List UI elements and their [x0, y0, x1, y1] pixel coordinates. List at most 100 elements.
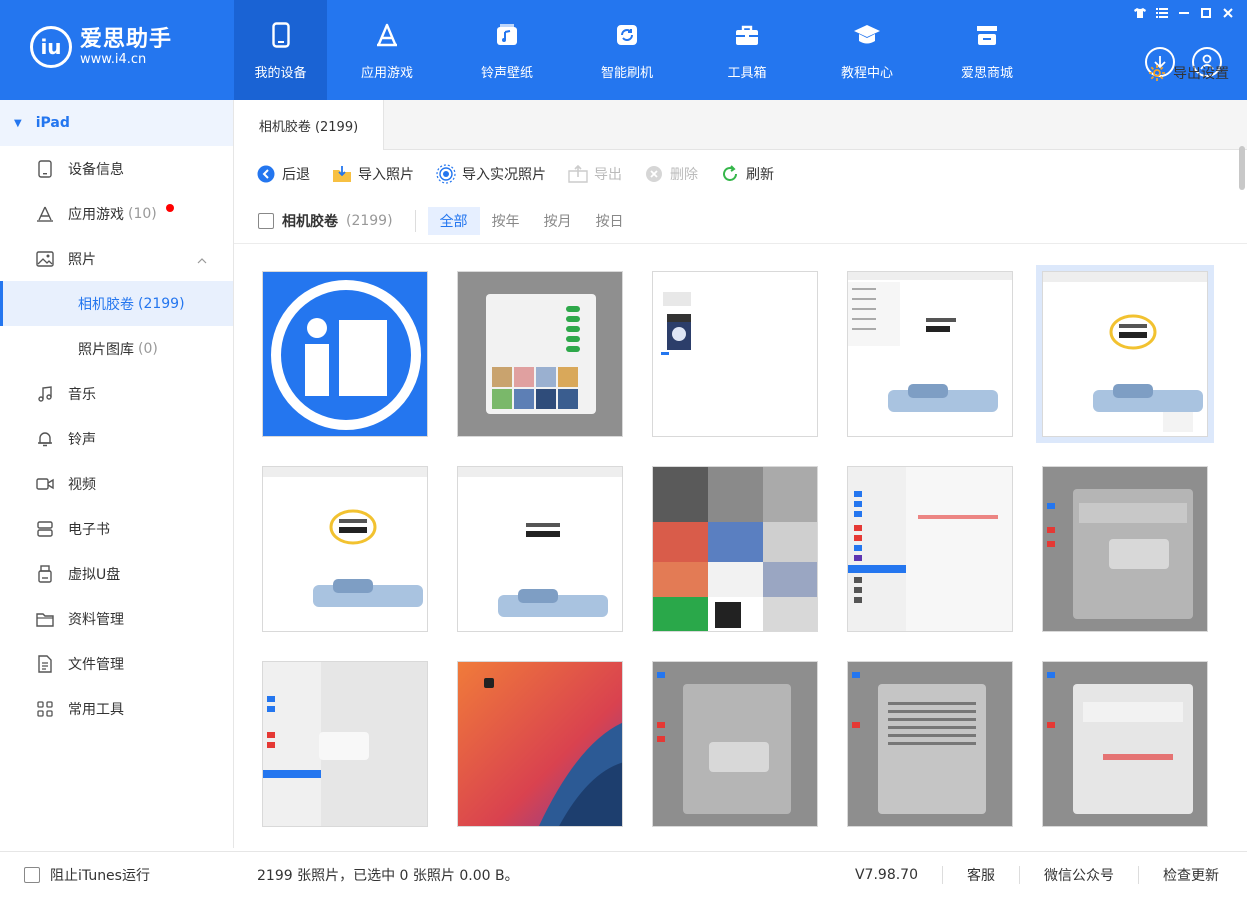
sidebar-item-ringtones[interactable]: 铃声 [0, 416, 233, 461]
photo-thumbnail[interactable] [457, 661, 623, 827]
grid-icon [36, 700, 54, 718]
block-itunes-checkbox[interactable] [24, 866, 40, 883]
filter-bar: 相机胶卷 (2199) 全部 按年 按月 按日 [234, 198, 1247, 244]
photo-thumbnail[interactable] [262, 271, 428, 437]
status-text: 2199 张照片，已选中 0 张照片 0.00 B。 [257, 867, 519, 884]
nav-my-device[interactable]: 我的设备 [234, 0, 327, 100]
image-icon [36, 250, 54, 268]
sidebar-item-common-tools[interactable]: 常用工具 [0, 686, 233, 731]
select-all-checkbox[interactable] [258, 212, 274, 229]
graduation-cap-icon [852, 20, 882, 50]
sidebar-item-photos[interactable]: 照片 [0, 236, 233, 281]
check-update-link[interactable]: 检查更新 [1139, 865, 1219, 885]
sidebar-item-photo-library[interactable]: 照片图库 (0) [0, 326, 233, 371]
notification-badge [166, 204, 174, 212]
device-name: iPad [35, 115, 70, 131]
main-nav: 我的设备 应用游戏 铃声壁纸 智能刷机 工具箱 教程中心 爱思商城 [234, 0, 1047, 100]
file-icon [36, 654, 54, 673]
version-label: V7.98.70 [854, 866, 918, 883]
nav-store[interactable]: 爱思商城 [927, 0, 1047, 100]
music-note-icon [492, 20, 522, 50]
photo-thumbnail[interactable] [262, 661, 428, 827]
close-icon[interactable] [1221, 6, 1235, 20]
block-itunes-option[interactable]: 阻止iTunes运行 [24, 865, 150, 885]
menu-icon[interactable] [1155, 6, 1169, 20]
customer-service-link[interactable]: 客服 [943, 865, 1019, 885]
export-settings-button[interactable]: 导出设置 [1147, 63, 1229, 83]
live-photo-icon [436, 164, 456, 184]
export-button[interactable]: 导出 [568, 164, 622, 184]
import-folder-icon [332, 164, 352, 184]
toolbox-icon [732, 20, 762, 50]
sidebar: ▼ iPad 设备信息 应用游戏 (10) 照片 相机胶卷 (2199) 照片图… [0, 100, 234, 848]
caret-down-icon: ▼ [14, 117, 22, 129]
sidebar-item-apps[interactable]: 应用游戏 (10) [0, 191, 233, 236]
tablet-icon [36, 159, 54, 178]
maximize-icon[interactable] [1199, 6, 1213, 20]
photo-thumbnail[interactable] [847, 466, 1013, 632]
window-controls [1133, 6, 1235, 20]
photo-thumbnail[interactable] [652, 661, 818, 827]
sidebar-item-ebooks[interactable]: 电子书 [0, 506, 233, 551]
store-icon [972, 20, 1002, 50]
nav-toolbox[interactable]: 工具箱 [687, 0, 807, 100]
app-url: www.i4.cn [80, 51, 147, 67]
bell-icon [36, 430, 54, 448]
refresh-button[interactable]: 刷新 [720, 164, 774, 184]
usb-icon [36, 564, 54, 583]
import-photo-button[interactable]: 导入照片 [332, 164, 414, 184]
sidebar-item-camera-roll[interactable]: 相机胶卷 (2199) [0, 281, 233, 326]
nav-ringtones-wallpapers[interactable]: 铃声壁纸 [447, 0, 567, 100]
vertical-scrollbar[interactable] [1239, 146, 1245, 190]
photo-grid [234, 246, 1234, 848]
photo-thumbnail[interactable] [652, 466, 818, 632]
photo-thumbnail[interactable] [1042, 466, 1208, 632]
delete-button[interactable]: 删除 [644, 164, 698, 184]
photo-thumbnail[interactable] [1042, 661, 1208, 827]
sidebar-item-file-management[interactable]: 文件管理 [0, 641, 233, 686]
video-icon [36, 475, 54, 493]
app-logo: iu 爱思助手 www.i4.cn [30, 26, 172, 68]
filter-bar-wrap: 相机胶卷 (2199) 全部 按年 按月 按日 [234, 198, 1247, 244]
photo-thumbnail[interactable] [847, 271, 1013, 437]
refresh-circle-icon [720, 164, 740, 184]
sidebar-item-video[interactable]: 视频 [0, 461, 233, 506]
nav-tutorial-center[interactable]: 教程中心 [807, 0, 927, 100]
book-icon [36, 520, 54, 538]
sidebar-item-music[interactable]: 音乐 [0, 371, 233, 416]
sidebar-item-data-management[interactable]: 资料管理 [0, 596, 233, 641]
nav-smart-flash[interactable]: 智能刷机 [567, 0, 687, 100]
folder-icon [36, 610, 54, 628]
photo-thumbnail[interactable] [457, 271, 623, 437]
filter-tab-all[interactable]: 全部 [427, 206, 480, 235]
filter-tab-day[interactable]: 按日 [584, 207, 636, 235]
divider [414, 209, 416, 232]
apps-icon [36, 205, 54, 223]
photo-thumbnail-selected[interactable] [1036, 265, 1214, 443]
footer-links: V7.98.70 客服 微信公众号 检查更新 [831, 865, 1219, 885]
import-live-photo-button[interactable]: 导入实况照片 [436, 164, 546, 184]
export-icon [568, 164, 588, 184]
tab-bar: 相机胶卷 (2199) [234, 100, 1247, 150]
photo-thumbnail[interactable] [262, 466, 428, 632]
device-header[interactable]: ▼ iPad [0, 100, 233, 146]
filter-tab-month[interactable]: 按月 [532, 207, 584, 235]
back-button[interactable]: 后退 [256, 164, 310, 184]
app-store-icon [372, 20, 402, 50]
app-name: 爱思助手 [80, 26, 173, 52]
photo-thumbnail[interactable] [457, 466, 623, 632]
nav-apps-games[interactable]: 应用游戏 [327, 0, 447, 100]
photo-thumbnail[interactable] [652, 271, 818, 437]
music-icon [36, 385, 54, 403]
photo-thumbnail[interactable] [847, 661, 1013, 827]
wechat-link[interactable]: 微信公众号 [1020, 865, 1138, 885]
delete-icon [644, 164, 664, 184]
sidebar-item-virtual-usb[interactable]: 虚拟U盘 [0, 551, 233, 596]
sidebar-item-device-info[interactable]: 设备信息 [0, 146, 233, 191]
gear-icon [1147, 63, 1167, 83]
minimize-icon[interactable] [1177, 6, 1191, 20]
tab-camera-roll[interactable]: 相机胶卷 (2199) [234, 100, 384, 150]
filter-tab-year[interactable]: 按年 [480, 207, 532, 235]
shirt-icon[interactable] [1133, 6, 1147, 20]
refresh-icon [612, 20, 642, 50]
